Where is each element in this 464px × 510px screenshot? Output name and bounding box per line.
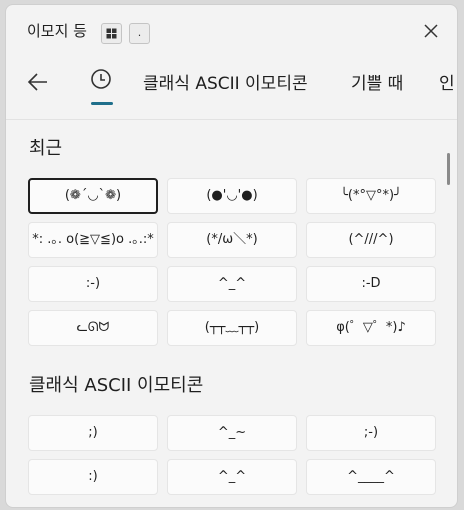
emoticon-item[interactable]: (●'◡'●) [167, 178, 297, 214]
emoticon-item[interactable]: *: .｡. o(≧▽≦)o .｡.:* [28, 222, 158, 258]
section-title-classic: 클래식 ASCII 이모티콘 [29, 375, 204, 396]
title-bar: 이모지 등 . [6, 5, 457, 57]
emoticon-item[interactable]: :-) [28, 266, 158, 302]
emoticon-item[interactable]: ^_~ [167, 415, 297, 451]
emoticon-item[interactable]: ;) [28, 415, 158, 451]
emoticon-item[interactable]: ᓚᘏᗢ [28, 310, 158, 346]
clock-icon [91, 69, 111, 89]
close-icon [424, 24, 438, 38]
tab-recent[interactable] [90, 66, 112, 92]
emoticon-item[interactable]: ;-) [306, 415, 436, 451]
scrollbar-thumb[interactable] [447, 153, 450, 185]
period-key: . [129, 23, 150, 44]
active-tab-indicator [91, 102, 113, 105]
emoticon-item[interactable]: :) [28, 459, 158, 495]
close-button[interactable] [418, 18, 444, 44]
tab-bar: 클래식 ASCII 이모티콘 기쁠 때 인 [6, 57, 457, 120]
emoticon-item[interactable]: (┬┬﹏┬┬) [167, 310, 297, 346]
tab-partial[interactable]: 인 [439, 69, 455, 94]
back-button[interactable] [25, 67, 51, 97]
emoticon-item[interactable]: ╰(*°▽°*)╯ [306, 178, 436, 214]
back-arrow-icon [27, 73, 47, 91]
emoticon-item[interactable]: ^____^ [306, 459, 436, 495]
tab-classic-ascii[interactable]: 클래식 ASCII 이모티콘 [143, 69, 308, 94]
tab-happy[interactable]: 기쁠 때 [351, 69, 403, 94]
emoticon-item[interactable]: (^///^) [306, 222, 436, 258]
window-title: 이모지 등 [27, 22, 87, 40]
section-title-recent: 최근 [29, 138, 63, 159]
emoticon-item[interactable]: ^_^ [167, 459, 297, 495]
emoji-panel: 이모지 등 . 클래식 ASCII 이모티콘 기쁠 때 인 최근 (❁´◡`❁)… [5, 4, 458, 508]
emoticon-item[interactable]: ^_^ [167, 266, 297, 302]
emoticon-item[interactable]: :-D [306, 266, 436, 302]
emoticon-item[interactable]: φ(゜▽゜*)♪ [306, 310, 436, 346]
windows-key-icon [101, 23, 122, 44]
emoticon-item[interactable]: (*/ω＼*) [167, 222, 297, 258]
emoticon-item[interactable]: (❁´◡`❁) [28, 178, 158, 214]
